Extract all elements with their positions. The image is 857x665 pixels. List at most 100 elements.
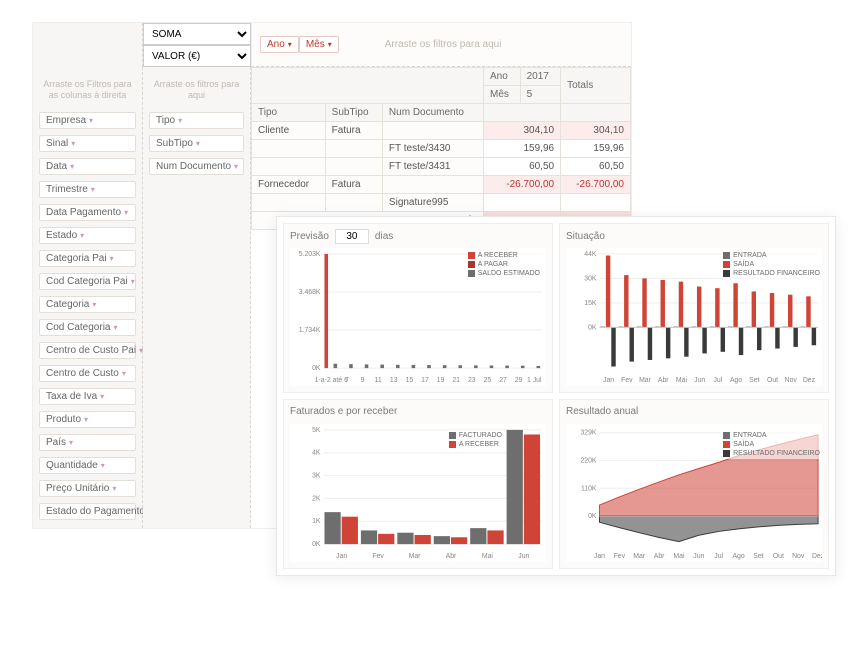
svg-text:17: 17 (421, 377, 429, 384)
pivot-result-table: Ano 2017 Totals Mês 5 Tipo SubTipo Num D… (251, 67, 631, 230)
svg-text:1 Jul: 1 Jul (527, 377, 542, 384)
field-chip-categoria[interactable]: Categoria▾ (39, 296, 136, 313)
available-fields-hint: Arraste os Filtros para as colunas à dir… (39, 79, 136, 102)
available-fields-dropzone[interactable]: Arraste os Filtros para as colunas à dir… (33, 67, 143, 528)
svg-text:Jan: Jan (336, 553, 347, 560)
svg-text:Jun: Jun (694, 377, 705, 384)
svg-text:7: 7 (345, 377, 349, 384)
svg-text:11: 11 (375, 377, 382, 384)
svg-text:3K: 3K (312, 472, 321, 479)
table-row: FT teste/343160,5060,50 (252, 158, 631, 176)
previsao-days-input[interactable] (335, 229, 369, 244)
legend-resultado-fin: RESULTADO FINANCEIRO (733, 270, 820, 277)
field-chip-empresa[interactable]: Empresa▾ (39, 112, 136, 129)
field-chip-taxa-de-iva[interactable]: Taxa de Iva▾ (39, 388, 136, 405)
svg-text:Mar: Mar (639, 377, 652, 384)
svg-text:29: 29 (515, 377, 523, 384)
field-chip-sinal[interactable]: Sinal▾ (39, 135, 136, 152)
field-chip-estado-do-pagamento[interactable]: Estado do Pagamento▾ (39, 503, 136, 520)
field-chip-cod-categoria-pai[interactable]: Cod Categoria Pai▾ (39, 273, 136, 290)
legend-saida-2: SAÍDA (733, 441, 754, 448)
svg-text:3.468K: 3.468K (299, 289, 321, 296)
chart-faturados: 0K1K2K3K4K5KJanFevMarAbrMaiJun (290, 424, 546, 562)
svg-text:Jun: Jun (693, 553, 704, 560)
svg-text:30K: 30K (584, 275, 597, 282)
svg-text:Mai: Mai (676, 377, 688, 384)
field-chip-produto[interactable]: Produto▾ (39, 411, 136, 428)
legend-saida: SAÍDA (733, 261, 754, 268)
legend-entrada: ENTRADA (733, 252, 766, 259)
card-situacao-title: Situação (566, 231, 605, 242)
dashboard-panel: Previsão dias A RECEBER A PAGAR SALDO ES… (276, 216, 836, 576)
svg-text:Out: Out (767, 377, 778, 384)
svg-text:Out: Out (773, 553, 784, 560)
field-chip-pre-o-unit-rio[interactable]: Preço Unitário▾ (39, 480, 136, 497)
field-chip-ano[interactable]: Ano▾ (260, 36, 299, 53)
svg-text:Mai: Mai (673, 553, 685, 560)
svg-text:19: 19 (437, 377, 445, 384)
pivot-top-filler (33, 23, 143, 67)
svg-text:1K: 1K (312, 518, 321, 525)
table-row: FT teste/3430159,96159,96 (252, 140, 631, 158)
svg-text:15K: 15K (584, 300, 597, 307)
svg-text:Dez: Dez (812, 553, 822, 560)
svg-text:15: 15 (406, 377, 414, 384)
legend-a-receber: A RECEBER (478, 252, 518, 259)
svg-text:Jun: Jun (518, 553, 529, 560)
svg-text:1.734K: 1.734K (299, 327, 321, 334)
pivot-column-filter-dropzone[interactable]: Ano▾Mês▾ Arraste os filtros para aqui (251, 23, 631, 67)
previsao-days-unit: dias (375, 231, 393, 242)
field-chip-trimestre[interactable]: Trimestre▾ (39, 181, 136, 198)
card-faturados: Faturados e por receber FACTURADO A RECE… (283, 399, 553, 569)
svg-text:Mai: Mai (482, 553, 494, 560)
card-situacao: Situação ENTRADA SAÍDA RESULTADO FINANCE… (559, 223, 829, 393)
svg-text:Fev: Fev (621, 377, 633, 384)
field-chip-subtipo[interactable]: SubTipo▾ (149, 135, 244, 152)
col-header-ano-val: 2017 (520, 68, 560, 86)
field-chip-estado[interactable]: Estado▾ (39, 227, 136, 244)
field-chip-quantidade[interactable]: Quantidade▾ (39, 457, 136, 474)
field-chip-centro-de-custo[interactable]: Centro de Custo▾ (39, 365, 136, 382)
card-resultado: Resultado anual ENTRADA SAÍDA RESULTADO … (559, 399, 829, 569)
pivot-measure-selectors: SOMA VALOR (€) (143, 23, 251, 67)
filter-dropzone-hint: Arraste os filtros para aqui (385, 39, 502, 50)
svg-text:Abr: Abr (654, 553, 665, 560)
field-chip-num-documento[interactable]: Num Documento▾ (149, 158, 244, 175)
svg-text:Nov: Nov (792, 553, 805, 560)
svg-text:21: 21 (452, 377, 460, 384)
svg-text:Ago: Ago (732, 553, 744, 560)
field-chip-data[interactable]: Data▾ (39, 158, 136, 175)
legend-saldo-estimado: SALDO ESTIMADO (478, 270, 540, 277)
svg-text:Jul: Jul (713, 377, 722, 384)
svg-text:Nov: Nov (785, 377, 798, 384)
svg-text:0K: 0K (588, 513, 597, 520)
svg-text:0K: 0K (312, 541, 321, 548)
card-previsao: Previsão dias A RECEBER A PAGAR SALDO ES… (283, 223, 553, 393)
legend-a-pagar: A PAGAR (478, 261, 508, 268)
field-chip-data-pagamento[interactable]: Data Pagamento▾ (39, 204, 136, 221)
field-chip-tipo[interactable]: Tipo▾ (149, 112, 244, 129)
field-chip-categoria-pai[interactable]: Categoria Pai▾ (39, 250, 136, 267)
field-chip-pa-s[interactable]: País▾ (39, 434, 136, 451)
field-chip-centro-de-custo-pai[interactable]: Centro de Custo Pai▾ (39, 342, 136, 359)
svg-text:5K: 5K (312, 427, 321, 434)
col-header-mes-val: 5 (520, 86, 560, 104)
svg-text:13: 13 (390, 377, 398, 384)
measure-select[interactable]: VALOR (€) (143, 45, 251, 67)
table-row: Signature995 (252, 194, 631, 212)
svg-text:25: 25 (484, 377, 492, 384)
row-header-subtipo: SubTipo (325, 104, 382, 122)
row-fields-dropzone[interactable]: Arraste os filtros para aqui Tipo▾SubTip… (143, 67, 251, 528)
legend-por-receber: A RECEBER (459, 441, 499, 448)
svg-text:Jul: Jul (714, 553, 723, 560)
field-chip-m-s[interactable]: Mês▾ (299, 36, 339, 53)
svg-text:Ago: Ago (730, 377, 742, 384)
svg-text:1-a-2 até 6: 1-a-2 até 6 (315, 377, 348, 384)
svg-text:Dez: Dez (803, 377, 816, 384)
svg-text:44K: 44K (584, 251, 597, 258)
svg-text:Fev: Fev (614, 553, 626, 560)
aggregation-select[interactable]: SOMA (143, 23, 251, 45)
svg-text:9: 9 (361, 377, 365, 384)
row-header-doc: Num Documento (382, 104, 483, 122)
field-chip-cod-categoria[interactable]: Cod Categoria▾ (39, 319, 136, 336)
